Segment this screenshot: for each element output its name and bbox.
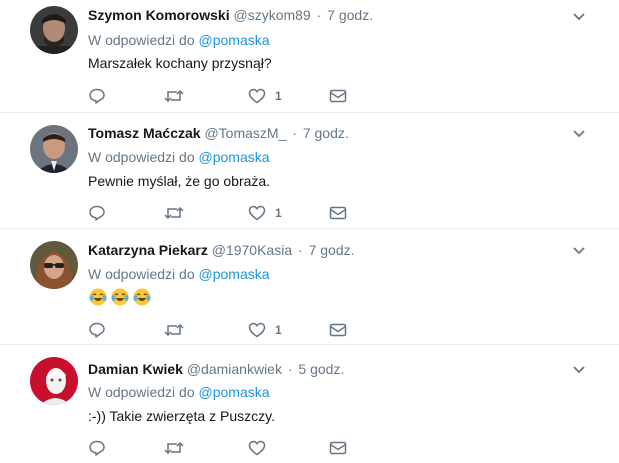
tears-of-joy-emoji-icon: [111, 288, 129, 306]
envelope-icon: [329, 89, 347, 103]
retweet-button[interactable]: [163, 203, 185, 223]
author-name[interactable]: Damian Kwiek: [88, 361, 183, 377]
tears-of-joy-emoji-icon: [89, 288, 107, 306]
reply-prefix: W odpowiedzi do: [88, 149, 195, 165]
timestamp[interactable]: 7 godz.: [309, 242, 355, 258]
reply-mention-link[interactable]: @pomaska: [199, 266, 270, 282]
separator-dot: ·: [292, 125, 297, 141]
dm-button[interactable]: [329, 86, 347, 106]
author-handle[interactable]: @TomaszM_: [204, 125, 286, 141]
timestamp[interactable]: 7 godz.: [327, 7, 373, 23]
retweet-icon: [164, 441, 184, 455]
reply-button[interactable]: [88, 203, 106, 223]
tweet-actions: 1: [88, 203, 358, 223]
timestamp[interactable]: 7 godz.: [303, 125, 349, 141]
author-handle[interactable]: @1970Kasia: [212, 242, 292, 258]
tears-of-joy-emoji-icon: [133, 288, 151, 306]
like-count: 1: [275, 323, 282, 337]
avatar[interactable]: [30, 6, 78, 54]
tweet-header: Szymon Komorowski @szykom89 · 7 godz.: [88, 7, 373, 23]
tweet[interactable]: Szymon Komorowski @szykom89 · 7 godz. W …: [0, 0, 619, 113]
reply-context: W odpowiedzi do @pomaska: [88, 266, 270, 282]
author-handle[interactable]: @szykom89: [233, 7, 310, 23]
tweet-header: Tomasz Maćczak @TomaszM_ · 7 godz.: [88, 125, 349, 141]
reply-button[interactable]: [88, 320, 106, 340]
retweet-button[interactable]: [163, 438, 185, 458]
chevron-down-icon[interactable]: [572, 246, 586, 256]
envelope-icon: [329, 323, 347, 337]
tweet[interactable]: Damian Kwiek @damiankwiek · 5 godz. W od…: [0, 345, 619, 461]
heart-icon: [248, 205, 266, 221]
tweet-header: Katarzyna Piekarz @1970Kasia · 7 godz.: [88, 242, 355, 258]
author-name[interactable]: Szymon Komorowski: [88, 7, 230, 23]
dm-button[interactable]: [329, 320, 347, 340]
timestamp[interactable]: 5 godz.: [298, 361, 344, 377]
reply-button[interactable]: [88, 86, 106, 106]
reply-mention-link[interactable]: @pomaska: [199, 384, 270, 400]
reply-prefix: W odpowiedzi do: [88, 266, 195, 282]
tweet-actions: 1: [88, 320, 358, 340]
retweet-icon: [164, 323, 184, 337]
reply-icon: [89, 205, 105, 221]
avatar[interactable]: [30, 125, 78, 173]
reply-mention-link[interactable]: @pomaska: [199, 149, 270, 165]
separator-dot: ·: [298, 242, 303, 258]
author-name[interactable]: Katarzyna Piekarz: [88, 242, 208, 258]
reply-icon: [89, 88, 105, 104]
tweet[interactable]: Katarzyna Piekarz @1970Kasia · 7 godz. W…: [0, 229, 619, 345]
reply-icon: [89, 440, 105, 456]
tweet-actions: [88, 438, 358, 458]
retweet-icon: [164, 89, 184, 103]
separator-dot: ·: [287, 361, 293, 377]
like-count: 1: [275, 89, 282, 103]
like-button[interactable]: 1: [248, 320, 282, 340]
envelope-icon: [329, 206, 347, 220]
tweet-header: Damian Kwiek @damiankwiek · 5 godz.: [88, 361, 344, 377]
separator-dot: ·: [316, 7, 322, 23]
avatar[interactable]: [30, 241, 78, 289]
envelope-icon: [329, 441, 347, 455]
tweet-text: Pewnie myślał, że go obraża.: [88, 173, 271, 189]
reply-button[interactable]: [88, 438, 106, 458]
heart-icon: [248, 322, 266, 338]
tweet-actions: 1: [88, 86, 358, 106]
reply-context: W odpowiedzi do @pomaska: [88, 384, 270, 400]
heart-icon: [248, 440, 266, 456]
chevron-down-icon[interactable]: [572, 12, 586, 22]
author-name[interactable]: Tomasz Maćczak: [88, 125, 201, 141]
tweet-text: Marszałek kochany przysnął?: [88, 55, 272, 71]
heart-icon: [248, 88, 266, 104]
reply-prefix: W odpowiedzi do: [88, 32, 195, 48]
like-button[interactable]: 1: [248, 203, 282, 223]
retweet-button[interactable]: [163, 86, 185, 106]
tweet[interactable]: Tomasz Maćczak @TomaszM_ · 7 godz. W odp…: [0, 113, 619, 229]
retweet-icon: [164, 206, 184, 220]
dm-button[interactable]: [329, 438, 347, 458]
tweet-text: 😂😂😂: [88, 287, 152, 307]
chevron-down-icon[interactable]: [572, 365, 586, 375]
author-handle[interactable]: @damiankwiek: [187, 361, 282, 377]
like-button[interactable]: [248, 438, 275, 458]
dm-button[interactable]: [329, 203, 347, 223]
like-count: 1: [275, 206, 282, 220]
reply-mention-link[interactable]: @pomaska: [199, 32, 270, 48]
reply-context: W odpowiedzi do @pomaska: [88, 32, 270, 48]
reply-context: W odpowiedzi do @pomaska: [88, 149, 270, 165]
reply-icon: [89, 322, 105, 338]
tweet-text: :-)) Takie zwierzęta z Puszczy.: [88, 408, 275, 424]
reply-prefix: W odpowiedzi do: [88, 384, 195, 400]
like-button[interactable]: 1: [248, 86, 282, 106]
retweet-button[interactable]: [163, 320, 185, 340]
avatar[interactable]: [30, 357, 78, 405]
chevron-down-icon[interactable]: [572, 129, 586, 139]
